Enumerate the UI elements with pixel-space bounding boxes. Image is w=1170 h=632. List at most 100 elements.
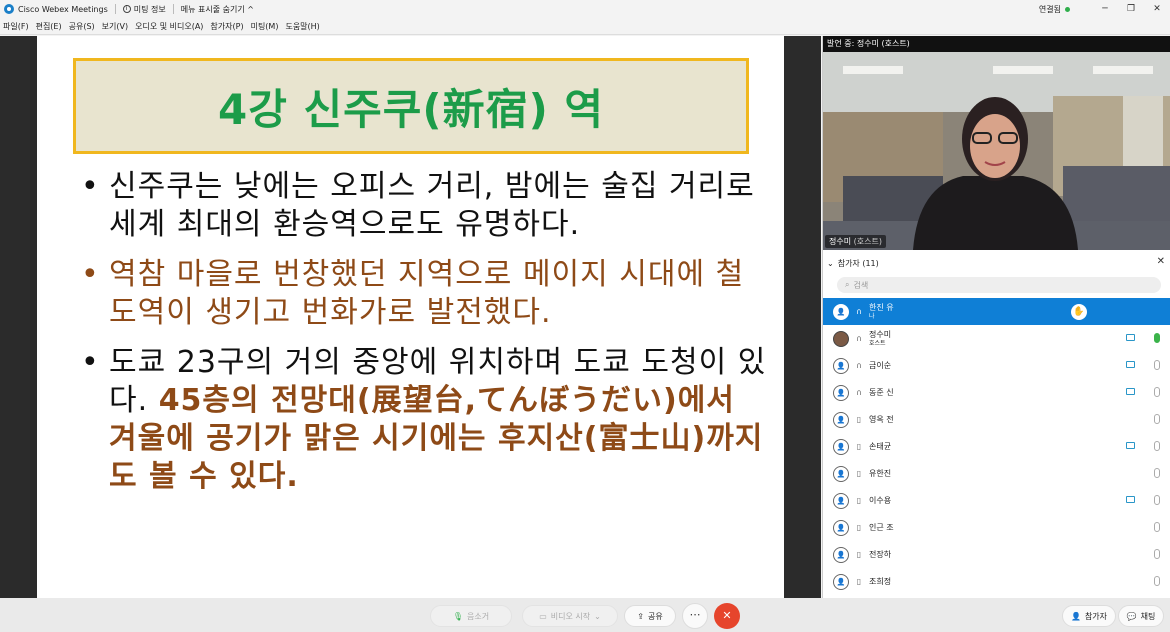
participant-name: 인근 조 bbox=[869, 523, 894, 532]
participant-name-block: 전장하 bbox=[869, 550, 891, 559]
active-speaker-video[interactable]: 발언 중: 정수미 (호스트) 정수미 (호스트) bbox=[823, 36, 1170, 250]
headset-icon: ∩ bbox=[856, 388, 862, 397]
participants-label: 참가자 bbox=[1084, 611, 1108, 621]
chat-label: 채팅 bbox=[1140, 611, 1156, 621]
participant-row[interactable]: ∩ 정수미 호스트 bbox=[823, 325, 1170, 352]
participants-title: 참가자 (11) bbox=[837, 258, 879, 268]
video-camera-icon bbox=[1126, 496, 1135, 503]
headset-icon: ∩ bbox=[856, 334, 862, 343]
title-bar: Cisco Webex Meetings i 미팅 정보 메뉴 표시줄 숨기기 … bbox=[0, 0, 1170, 18]
chat-icon: 💬 bbox=[1126, 611, 1137, 621]
window-controls: 연결됨 ─ ❐ ✕ bbox=[1039, 0, 1170, 18]
participants-button[interactable]: 👤 참가자 bbox=[1062, 605, 1116, 627]
menu-item-help[interactable]: 도움말(H) bbox=[285, 21, 319, 32]
bullet-item: • 신주쿠는 낮에는 오피스 거리, 밤에는 술집 거리로 세계 최대의 환승역… bbox=[81, 168, 771, 244]
microphone-icon bbox=[1154, 441, 1160, 451]
person-icon: 👤 bbox=[1070, 611, 1081, 621]
participant-name: 한진 유 bbox=[869, 302, 894, 312]
participant-name-block: 정수미 호스트 bbox=[869, 330, 891, 348]
menu-item-edit[interactable]: 편집(E) bbox=[36, 21, 62, 32]
participant-name: 동준 신 bbox=[869, 388, 894, 397]
participant-name-block: 한진 유나 bbox=[869, 303, 894, 321]
participant-name-block: 인근 조 bbox=[869, 523, 894, 532]
participant-row[interactable]: 👤 ▯ 인근 조 bbox=[823, 514, 1170, 541]
participant-row[interactable]: 👤 ∩ 한진 유 나 ✋ bbox=[823, 298, 1170, 325]
participants-panel: ⌄ 참가자 (11) ✕ ⌕ 검색 👤 ∩ 한진 유 나 ✋ ∩ 정수미 호스트 👤 ∩ 금이순 👤 ∩… bbox=[823, 252, 1170, 598]
video-camera-icon bbox=[1126, 388, 1135, 395]
menu-item-meeting[interactable]: 미팅(M) bbox=[251, 21, 279, 32]
avatar: 👤 bbox=[833, 384, 849, 401]
avatar: 👤 bbox=[833, 303, 849, 320]
avatar: 👤 bbox=[833, 546, 849, 563]
chevron-down-icon: ⌄ bbox=[594, 611, 601, 621]
participant-name-block: 유한진 bbox=[869, 469, 891, 478]
close-icon[interactable]: ✕ bbox=[1157, 256, 1165, 267]
bullet-dot-icon: • bbox=[81, 169, 100, 204]
menu-item-audio-video[interactable]: 오디오 및 비디오(A) bbox=[135, 21, 203, 32]
meeting-toolbar: 🎙 음소거 ▭ 비디오 시작 ⌄ ⇪ 공유 ⋯ ✕ 👤 참가자 💬 채팅 bbox=[0, 598, 1170, 632]
participant-row[interactable]: 👤 ∩ 금이순 bbox=[823, 352, 1170, 379]
participant-role: 나 bbox=[869, 312, 875, 320]
side-panel: 발언 중: 정수미 (호스트) 정수미 (호스트) ⌄ 참가자 (11) ✕ ⌕… bbox=[822, 36, 1170, 598]
microphone-icon bbox=[1154, 333, 1160, 343]
phone-icon: ▯ bbox=[856, 469, 862, 478]
participant-row[interactable]: 👤 ▯ 조희정 bbox=[823, 568, 1170, 595]
participants-header[interactable]: ⌄ 참가자 (11) ✕ bbox=[823, 252, 1170, 274]
phone-icon: ▯ bbox=[856, 415, 862, 424]
close-icon[interactable]: ✕ bbox=[1144, 4, 1170, 14]
webex-logo-icon bbox=[4, 4, 14, 14]
participant-name-block: 이수용 bbox=[869, 496, 891, 505]
meeting-info-button[interactable]: i 미팅 정보 bbox=[122, 4, 166, 15]
start-video-button[interactable]: ▭ 비디오 시작 ⌄ bbox=[522, 605, 618, 627]
microphone-icon bbox=[1154, 360, 1160, 370]
share-icon: ⇪ bbox=[637, 611, 644, 621]
hide-menu-label: 메뉴 표시줄 숨기기 bbox=[180, 4, 245, 14]
participant-name-block: 조희정 bbox=[869, 577, 891, 586]
chevron-up-icon: ^ bbox=[247, 4, 254, 14]
search-input[interactable]: ⌕ 검색 bbox=[837, 277, 1161, 293]
participant-name: 정수미 bbox=[869, 329, 892, 339]
minimize-icon[interactable]: ─ bbox=[1092, 4, 1118, 14]
more-options-button[interactable]: ⋯ bbox=[682, 603, 708, 629]
headset-icon: ∩ bbox=[856, 307, 862, 316]
participant-role: 호스트 bbox=[869, 339, 886, 347]
leave-meeting-button[interactable]: ✕ bbox=[714, 603, 740, 629]
microphone-icon bbox=[1154, 522, 1160, 532]
more-icon: ⋯ bbox=[689, 608, 701, 621]
avatar: 👤 bbox=[833, 411, 849, 428]
video-name: 정수미 bbox=[829, 237, 852, 246]
menu-item-participant[interactable]: 참가자(P) bbox=[210, 21, 243, 32]
participant-row[interactable]: 👤 ▯ 이수용 bbox=[823, 487, 1170, 514]
chat-button[interactable]: 💬 채팅 bbox=[1118, 605, 1164, 627]
phone-icon: ▯ bbox=[856, 523, 862, 532]
avatar: 👤 bbox=[833, 519, 849, 536]
participant-row[interactable]: 👤 ▯ 유한진 bbox=[823, 460, 1170, 487]
menu-item-file[interactable]: 파일(F) bbox=[3, 21, 29, 32]
bullet-text: 신주쿠는 낮에는 오피스 거리, 밤에는 술집 거리로 세계 최대의 환승역으로… bbox=[109, 169, 755, 242]
microphone-icon: 🎙 bbox=[452, 611, 464, 621]
participant-row[interactable]: 👤 ▯ 영옥 전 bbox=[823, 406, 1170, 433]
speaking-indicator: 발언 중: 정수미 (호스트) bbox=[823, 36, 1170, 52]
bullet-dot-icon: • bbox=[81, 345, 100, 380]
mute-button[interactable]: 🎙 음소거 bbox=[430, 605, 512, 627]
phone-icon: ▯ bbox=[856, 442, 862, 451]
hide-menu-button[interactable]: 메뉴 표시줄 숨기기 ^ bbox=[181, 4, 254, 15]
participant-row[interactable]: 👤 ∩ 동준 신 bbox=[823, 379, 1170, 406]
headset-icon: ∩ bbox=[856, 361, 862, 370]
menu-item-share[interactable]: 공유(S) bbox=[69, 21, 95, 32]
participant-row[interactable]: 👤 ▯ 전장하 bbox=[823, 541, 1170, 568]
participant-name-block: 금이순 bbox=[869, 361, 891, 370]
raise-hand-icon[interactable]: ✋ bbox=[1071, 304, 1087, 320]
participant-row[interactable]: 👤 ▯ 손태균 bbox=[823, 433, 1170, 460]
avatar: 👤 bbox=[833, 438, 849, 455]
participant-name-block: 손태균 bbox=[869, 442, 891, 451]
participant-name-block: 영옥 전 bbox=[869, 415, 894, 424]
share-button[interactable]: ⇪ 공유 bbox=[624, 605, 676, 627]
microphone-icon bbox=[1154, 387, 1160, 397]
menu-item-view[interactable]: 보기(V) bbox=[102, 21, 128, 32]
video-camera-icon bbox=[1126, 442, 1135, 449]
participant-name-block: 동준 신 bbox=[869, 388, 894, 397]
avatar: 👤 bbox=[833, 465, 849, 482]
restore-icon[interactable]: ❐ bbox=[1118, 4, 1144, 14]
divider bbox=[172, 4, 174, 14]
